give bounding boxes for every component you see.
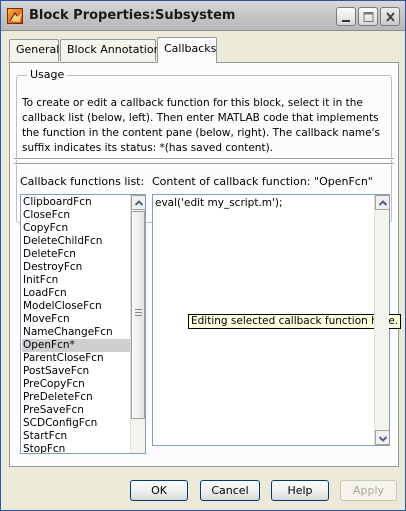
callback-content-editor[interactable]: eval('edit my_script.m'); Editing select… [152,194,402,446]
scroll-up-button[interactable] [131,195,145,210]
list-item[interactable]: InitFcn [22,274,130,287]
usage-text: To create or edit a callback function fo… [22,97,380,154]
list-item[interactable]: SCDConfigFcn [22,417,130,430]
scroll-up-button[interactable] [375,195,390,210]
editor-scrollbar[interactable] [374,195,390,445]
list-item[interactable]: PostSaveFcn [22,365,130,378]
apply-button[interactable]: Apply [340,480,397,501]
list-item[interactable]: ModelCloseFcn [22,300,130,313]
ok-button[interactable]: OK [130,480,188,501]
minimize-button[interactable] [336,7,356,26]
list-item[interactable]: NameChangeFcn [22,326,130,339]
list-item[interactable]: DeleteFcn [22,248,130,261]
list-item[interactable]: CopyFcn [22,222,130,235]
list-item[interactable]: ParentCloseFcn [22,352,130,365]
list-item[interactable]: DestroyFcn [22,261,130,274]
maximize-button[interactable] [358,7,378,26]
close-icon [386,12,395,22]
list-item-selected[interactable]: OpenFcn* [22,339,130,352]
maximize-icon [363,12,374,22]
list-scrollbar[interactable] [130,195,145,453]
list-item[interactable]: LoadFcn [22,287,130,300]
list-item[interactable]: PreSaveFcn [22,404,130,417]
arrow-down-icon [378,436,388,442]
list-item[interactable]: ClipboardFcn [22,196,130,209]
cancel-button[interactable]: Cancel [200,480,260,501]
list-item[interactable]: StopFcn [22,443,130,453]
close-button[interactable] [380,7,400,26]
block-properties-dialog: Block Properties:Subsystem General Block… [0,0,406,511]
minimize-icon [342,20,350,22]
callback-code[interactable]: eval('edit my_script.m'); [155,197,283,209]
grip [135,315,142,316]
divider [14,158,394,160]
list-item[interactable]: DeleteChildFcn [22,235,130,248]
callback-list-label: Callback functions list: [20,175,145,188]
grip [135,309,142,310]
tab-callbacks[interactable]: Callbacks [157,37,217,63]
window-title: Block Properties:Subsystem [29,8,236,23]
title-bar[interactable]: Block Properties:Subsystem [1,1,405,31]
list-item[interactable]: MoveFcn [22,313,130,326]
list-item[interactable]: PreCopyFcn [22,378,130,391]
scroll-down-button[interactable] [375,430,390,445]
divider [14,163,394,165]
arrow-up-icon [134,200,144,206]
scroll-thumb[interactable] [131,211,145,419]
usage-legend: Usage [27,68,68,81]
arrow-up-icon [378,200,388,206]
list-item[interactable]: StartFcn [22,430,130,443]
tab-block-annotation[interactable]: Block Annotation [60,39,161,61]
list-item[interactable]: PreDeleteFcn [22,391,130,404]
grip [135,312,142,313]
tab-general[interactable]: General [9,39,59,61]
editing-tooltip: Editing selected callback function here. [188,314,402,329]
list-item[interactable]: CloseFcn [22,209,130,222]
content-label: Content of callback function: "OpenFcn" [152,175,373,188]
help-button[interactable]: Help [271,480,329,501]
callback-functions-list[interactable]: ClipboardFcn CloseFcn CopyFcn DeleteChil… [20,194,146,454]
matlab-logo-icon [7,8,23,24]
callbacks-tab-panel: Usage To create or edit a callback funct… [9,62,402,467]
